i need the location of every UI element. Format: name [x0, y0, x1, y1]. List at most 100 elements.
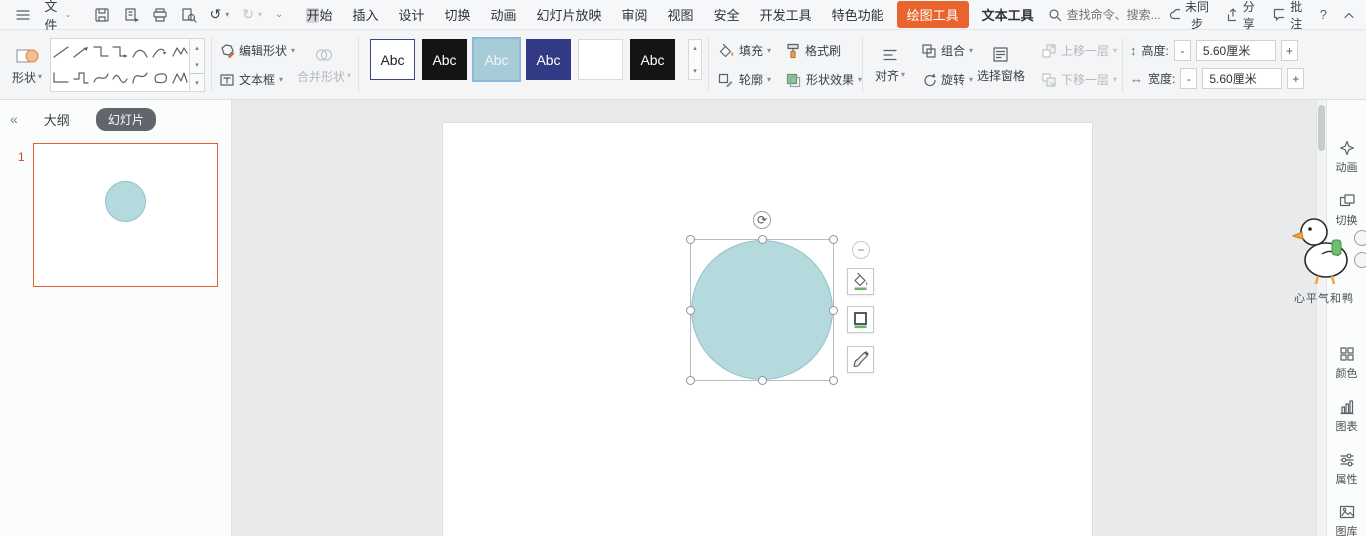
selection-pane-button[interactable]: 选择窗格 [972, 35, 1030, 95]
text-box-button[interactable]: 文本框 ▾ [216, 68, 286, 91]
shape-closed-curve-icon[interactable] [150, 70, 169, 87]
shape-freeform-icon[interactable] [170, 44, 189, 61]
shape-curved-arrow-icon[interactable] [150, 44, 169, 61]
print-button[interactable] [147, 4, 173, 26]
resize-handle-e[interactable] [829, 306, 838, 315]
sync-status-button[interactable]: 未同步 [1169, 0, 1210, 32]
height-increase-button[interactable]: + [1281, 40, 1298, 61]
tab-security[interactable]: 安全 [704, 1, 750, 28]
panel-item-gallery[interactable]: 图库 [1327, 504, 1366, 536]
main-menu-button[interactable] [10, 5, 36, 25]
fill-button[interactable]: 填充 ▾ [714, 39, 774, 62]
send-backward-button[interactable]: 下移一层 ▾ [1038, 68, 1120, 91]
redo-button[interactable]: ↻ ▾ [237, 3, 267, 26]
scrollbar-thumb[interactable] [1318, 105, 1325, 151]
shape-style-swatch[interactable]: Abc [370, 39, 415, 80]
quick-access-more-button[interactable]: ⌄ [270, 7, 288, 23]
tab-outline[interactable]: 大纲 [44, 110, 70, 129]
tab-view[interactable]: 视图 [658, 1, 704, 28]
shape-style-swatch-selected[interactable]: Abc [474, 39, 519, 80]
tab-devtools[interactable]: 开发工具 [750, 1, 822, 28]
shape-effects-button[interactable]: 形状效果 ▾ [782, 68, 865, 91]
shape-style-swatch[interactable]: Abc [422, 39, 467, 80]
tab-review[interactable]: 审阅 [612, 1, 658, 28]
width-input[interactable] [1202, 68, 1282, 89]
panel-item-chart[interactable]: 图表 [1327, 399, 1366, 434]
search-input[interactable] [1067, 8, 1169, 22]
collapse-panel-button[interactable]: « [10, 111, 18, 127]
align-button[interactable]: 对齐▾ [868, 35, 912, 95]
resize-handle-sw[interactable] [686, 376, 695, 385]
tab-slides-active[interactable]: 幻灯片 [96, 108, 156, 131]
shape-line-icon[interactable] [51, 44, 70, 61]
collapse-quick-toolbar-button[interactable]: − [852, 241, 870, 259]
tab-design[interactable]: 设计 [388, 1, 434, 28]
panel-item-color[interactable]: 颜色 [1327, 346, 1366, 381]
slide-thumbnail-selected[interactable] [33, 143, 218, 287]
resize-handle-s[interactable] [758, 376, 767, 385]
shape-elbow2-icon[interactable] [51, 70, 70, 87]
save-button[interactable] [89, 4, 115, 26]
style-gallery-up-button[interactable]: ▴ [693, 44, 697, 52]
shape-zigzag-connector-icon[interactable] [71, 70, 90, 87]
group-button[interactable]: 组合 ▾ [918, 39, 976, 62]
ellipse-shape[interactable] [691, 240, 833, 380]
tab-insert[interactable]: 插入 [342, 1, 388, 28]
shape-elbow-arrow-icon[interactable] [110, 44, 129, 61]
quick-fill-style-button[interactable] [847, 268, 874, 295]
width-decrease-button[interactable]: - [1180, 68, 1197, 89]
resize-handle-nw[interactable] [686, 235, 695, 244]
format-painter-button[interactable]: 格式刷 [782, 39, 844, 62]
shape-style-swatch[interactable]: Abc [578, 39, 623, 80]
height-input[interactable] [1196, 40, 1276, 61]
shape-wave-icon[interactable] [110, 70, 129, 87]
shape-s-curve-icon[interactable] [91, 70, 110, 87]
editing-canvas[interactable]: ⟳ − [232, 100, 1326, 536]
height-decrease-button[interactable]: - [1174, 40, 1191, 61]
output-button[interactable] [118, 4, 144, 26]
rotation-handle[interactable]: ⟳ [753, 211, 771, 229]
print-preview-button[interactable] [176, 4, 202, 26]
collapse-ribbon-button[interactable] [1342, 9, 1356, 21]
bring-forward-button[interactable]: 上移一层 ▾ [1038, 39, 1120, 62]
quick-brush-style-button[interactable] [847, 346, 874, 373]
tab-text-tools[interactable]: 文本工具 [972, 1, 1044, 28]
shape-curve-icon[interactable] [130, 44, 149, 61]
merge-shapes-button[interactable]: 合并形状▾ [296, 35, 352, 95]
gallery-more-button[interactable]: ▾ [190, 73, 204, 91]
shape-style-swatch[interactable]: Abc [630, 39, 675, 80]
tab-special-features[interactable]: 特色功能 [822, 1, 894, 28]
comment-button[interactable]: 批注 [1272, 0, 1304, 32]
tab-animation[interactable]: 动画 [481, 1, 527, 28]
shape-elbow-connector-icon[interactable] [91, 44, 110, 61]
style-gallery-more-button[interactable]: ▾ [693, 67, 697, 75]
shape-selection-box[interactable]: ⟳ [690, 239, 834, 381]
rotate-button[interactable]: 旋转 ▾ [918, 68, 976, 91]
resize-handle-ne[interactable] [829, 235, 838, 244]
help-button[interactable]: ? [1320, 7, 1327, 22]
duck-mascot-sticker[interactable]: 心平气和鸭 [1284, 210, 1364, 306]
shape-polyline-icon[interactable] [170, 70, 189, 87]
width-increase-button[interactable]: + [1287, 68, 1304, 89]
tab-drawing-tools-active[interactable]: 绘图工具 [897, 1, 969, 28]
tab-home[interactable]: 开始 [296, 1, 342, 28]
resize-handle-n[interactable] [758, 235, 767, 244]
tab-slideshow[interactable]: 幻灯片放映 [527, 1, 612, 28]
quick-outline-style-button[interactable] [847, 306, 874, 333]
resize-handle-w[interactable] [686, 306, 695, 315]
shape-style-swatch[interactable]: Abc [526, 39, 571, 80]
undo-button[interactable]: ↺ ▾ [205, 3, 235, 26]
panel-item-properties[interactable]: 属性 [1327, 452, 1366, 487]
shapes-button[interactable]: 形状▾ [6, 35, 48, 95]
resize-handle-se[interactable] [829, 376, 838, 385]
outline-button[interactable]: 轮廓 ▾ [714, 68, 774, 91]
gallery-scroll-up-button[interactable]: ▴ [190, 39, 204, 56]
edit-shape-button[interactable]: 编辑形状 ▾ [216, 39, 298, 62]
share-button[interactable]: 分享 [1225, 0, 1257, 32]
panel-item-animation[interactable]: 动画 [1327, 140, 1366, 175]
gallery-scroll-down-button[interactable]: ▾ [190, 56, 204, 73]
command-search[interactable] [1048, 8, 1169, 22]
shape-scribble-icon[interactable] [130, 70, 149, 87]
tab-transition[interactable]: 切换 [434, 1, 480, 28]
canvas-vertical-scrollbar[interactable] [1316, 100, 1326, 536]
